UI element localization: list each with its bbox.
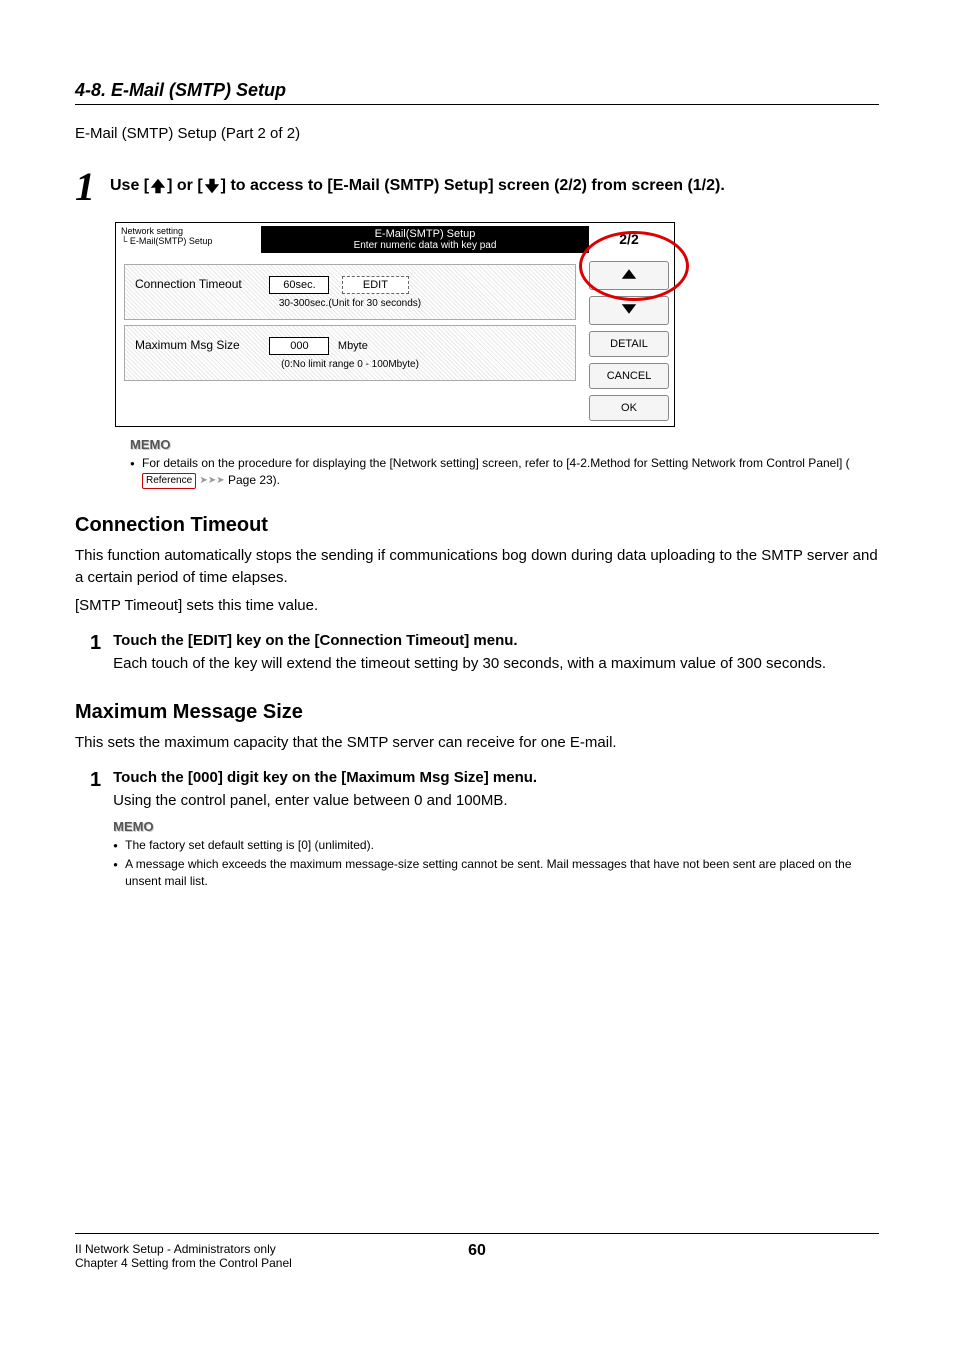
- page-indicator: 2/2: [589, 226, 669, 253]
- step-body: Using the control panel, enter value bet…: [113, 790, 879, 813]
- breadcrumb-root: Network setting: [121, 226, 261, 236]
- memo-item: For details on the procedure for display…: [130, 455, 879, 489]
- msg-size-value-field[interactable]: 000: [269, 337, 329, 355]
- breadcrumb: Network setting └ E-Mail(SMTP) Setup: [121, 226, 261, 253]
- ok-button[interactable]: OK: [589, 395, 669, 421]
- unit-label: Mbyte: [338, 340, 368, 352]
- memo-block-2: MEMO The factory set default setting is …: [113, 819, 879, 890]
- step-number: 1: [90, 632, 101, 676]
- text-fragment: ] or [: [167, 177, 203, 194]
- arrow-down-icon: [203, 177, 221, 195]
- page-number: 60: [468, 1242, 486, 1260]
- arrow-up-icon: [621, 268, 637, 280]
- text-fragment: Use [: [110, 177, 149, 194]
- page-subtitle: E-Mail (SMTP) Setup (Part 2 of 2): [75, 125, 879, 142]
- section-heading: 4-8. E-Mail (SMTP) Setup: [75, 80, 879, 105]
- scroll-up-button[interactable]: [589, 261, 669, 290]
- ui-screenshot: Network setting └ E-Mail(SMTP) Setup E-M…: [115, 222, 675, 427]
- memo-heading: MEMO: [130, 437, 879, 452]
- page-footer: II Network Setup - Administrators only C…: [75, 1233, 879, 1270]
- cancel-button[interactable]: CANCEL: [589, 363, 669, 389]
- reference-badge: Reference: [142, 473, 196, 489]
- reference-arrow-icon: ➤➤➤: [199, 475, 224, 486]
- step-title: Touch the [000] digit key on the [Maximu…: [113, 769, 879, 786]
- memo-text: Page 23).: [228, 473, 280, 487]
- breadcrumb-leaf: E-Mail(SMTP) Setup: [130, 236, 213, 246]
- step-instruction: Use [ ] or [ ] to access to [E-Mail (SMTP)…: [110, 167, 725, 195]
- memo-heading: MEMO: [113, 819, 879, 834]
- max-msg-size-row: Maximum Msg Size 000 Mbyte (0:No limit r…: [124, 325, 576, 381]
- arrow-down-icon: [621, 303, 637, 315]
- connection-timeout-row: Connection Timeout 60sec. EDIT 30-300sec…: [124, 264, 576, 320]
- field-label: Connection Timeout: [135, 277, 265, 291]
- step-title: Touch the [EDIT] key on the [Connection …: [113, 632, 879, 649]
- step-number: 1: [90, 769, 101, 893]
- memo-block-1: MEMO For details on the procedure for di…: [130, 437, 879, 489]
- substep-max-msg-size: 1 Touch the [000] digit key on the [Maxi…: [90, 769, 879, 893]
- step-number-large: 1: [75, 167, 95, 207]
- field-label: Maximum Msg Size: [135, 338, 265, 352]
- substep-connection-timeout: 1 Touch the [EDIT] key on the [Connectio…: [90, 632, 879, 676]
- screen-title: E-Mail(SMTP) Setup: [263, 228, 587, 240]
- detail-button[interactable]: DETAIL: [589, 331, 669, 357]
- step-body: Each touch of the key will extend the ti…: [113, 653, 879, 676]
- screen-title-bar: E-Mail(SMTP) Setup Enter numeric data wi…: [261, 226, 589, 253]
- field-hint: 30-300sec.(Unit for 30 seconds): [135, 298, 565, 309]
- footer-line1: II Network Setup - Administrators only: [75, 1242, 292, 1256]
- scroll-down-button[interactable]: [589, 296, 669, 325]
- paragraph: This function automatically stops the se…: [75, 545, 879, 590]
- footer-line2: Chapter 4 Setting from the Control Panel: [75, 1256, 292, 1270]
- paragraph: This sets the maximum capacity that the …: [75, 732, 879, 755]
- field-hint: (0:No limit range 0 - 100Mbyte): [135, 359, 565, 370]
- sidebar-buttons: DETAIL CANCEL OK: [584, 256, 674, 426]
- main-step-1: 1 Use [ ] or [ ] to access to [E-Mail (SMT…: [75, 167, 879, 207]
- arrow-up-icon: [149, 177, 167, 195]
- memo-item: A message which exceeds the maximum mess…: [113, 856, 879, 890]
- memo-item: The factory set default setting is [0] (…: [113, 837, 879, 854]
- timeout-value-field[interactable]: 60sec.: [269, 276, 329, 294]
- connection-timeout-heading: Connection Timeout: [75, 514, 879, 537]
- memo-text: For details on the procedure for display…: [142, 456, 850, 470]
- screen-subtitle: Enter numeric data with key pad: [263, 240, 587, 251]
- paragraph: [SMTP Timeout] sets this time value.: [75, 595, 879, 618]
- max-msg-size-heading: Maximum Message Size: [75, 701, 879, 724]
- text-fragment: ] to access to [E-Mail (SMTP) Setup] scr…: [221, 177, 725, 194]
- footer-left: II Network Setup - Administrators only C…: [75, 1242, 292, 1270]
- edit-button[interactable]: EDIT: [342, 276, 409, 294]
